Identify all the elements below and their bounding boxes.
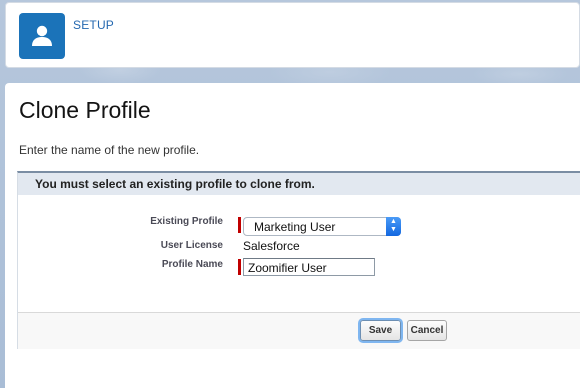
user-license-label: User License xyxy=(160,240,223,251)
save-button[interactable]: Save xyxy=(360,320,401,341)
setup-link[interactable]: SETUP xyxy=(73,18,114,32)
existing-profile-select[interactable]: Marketing User ▲ ▼ xyxy=(243,217,401,236)
required-indicator xyxy=(238,217,241,233)
cancel-button[interactable]: Cancel xyxy=(407,320,447,341)
form-message: You must select an existing profile to c… xyxy=(18,173,580,195)
profile-name-input[interactable] xyxy=(243,258,375,276)
page-description: Enter the name of the new profile. xyxy=(19,143,200,157)
user-license-value: Salesforce xyxy=(243,239,300,253)
existing-profile-value: Marketing User xyxy=(254,220,336,234)
form-body: Existing Profile Marketing User ▲ ▼ User … xyxy=(18,195,580,313)
form-footer: Save Cancel xyxy=(18,313,580,349)
user-icon xyxy=(32,25,52,46)
profile-name-label: Profile Name xyxy=(161,259,223,270)
setup-header: SETUP xyxy=(5,2,580,68)
existing-profile-label: Existing Profile xyxy=(150,216,223,227)
page-title: Clone Profile xyxy=(19,97,151,123)
chevron-updown-icon[interactable]: ▲ ▼ xyxy=(386,217,401,236)
required-indicator xyxy=(238,259,241,275)
clone-profile-form: You must select an existing profile to c… xyxy=(17,171,580,349)
setup-avatar xyxy=(19,13,65,59)
clone-profile-panel: Clone Profile Enter the name of the new … xyxy=(5,83,580,388)
